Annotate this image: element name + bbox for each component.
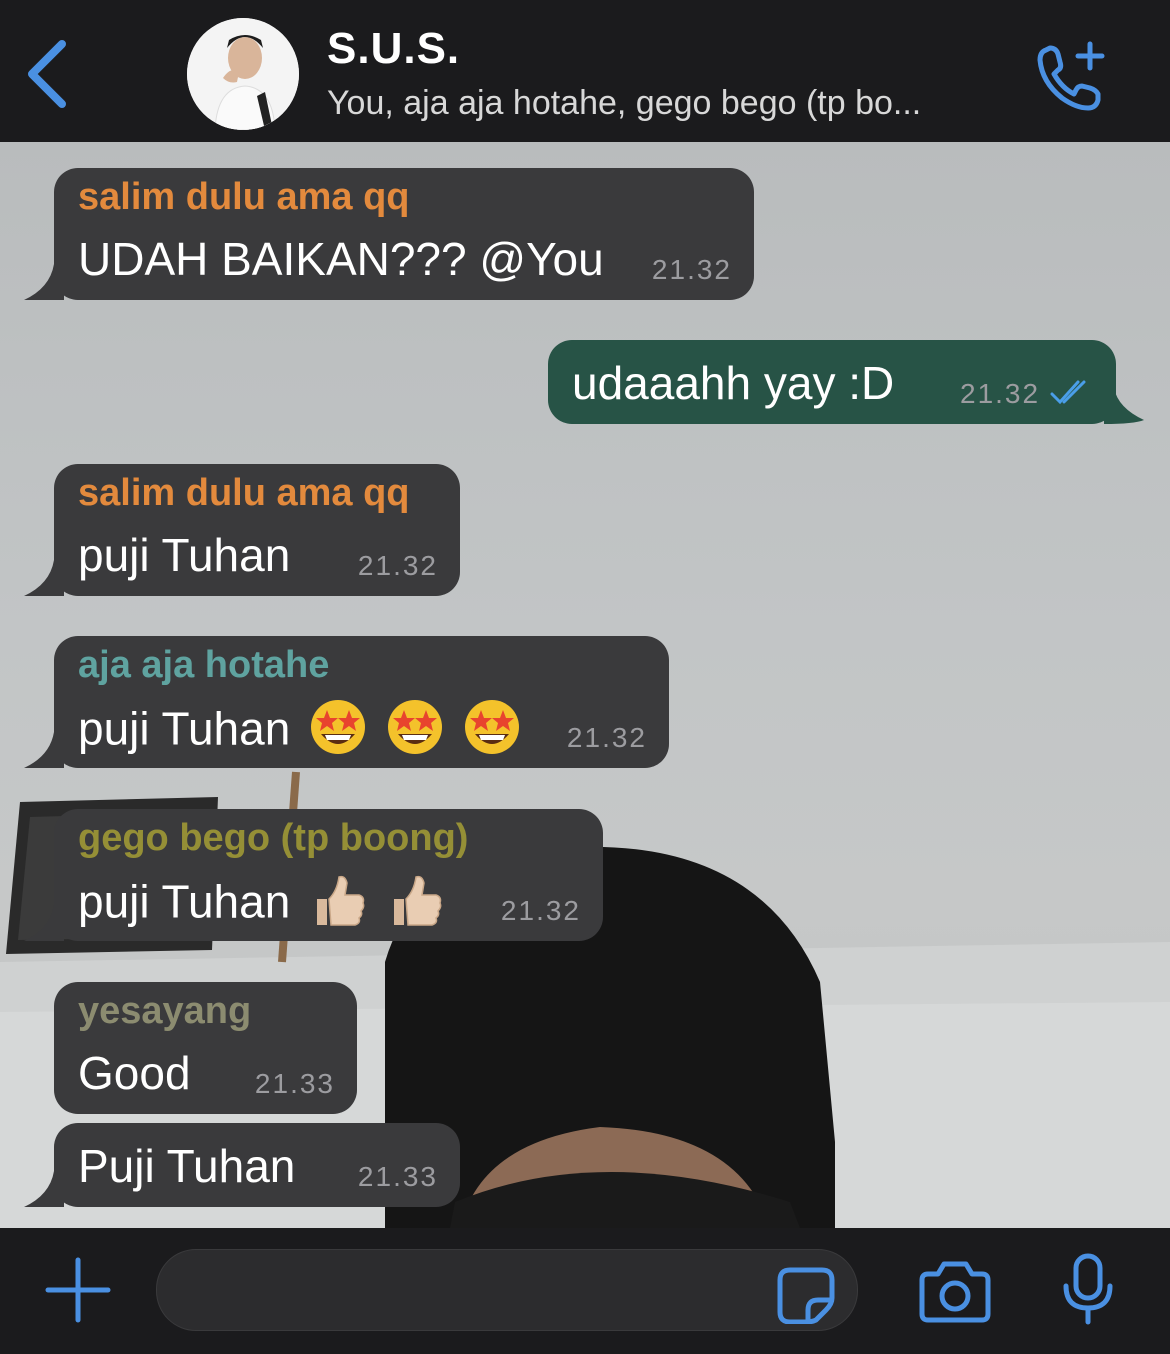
bubble-tail: [1104, 388, 1144, 424]
message-text-row: puji Tuhan: [78, 698, 521, 767]
message-bubble[interactable]: gego bego (tp boong) puji Tuhan 21.32: [24, 809, 603, 941]
back-button[interactable]: [22, 36, 78, 112]
microphone-button[interactable]: [1060, 1252, 1116, 1328]
message-text: udaaahh yay :D: [572, 357, 895, 409]
message-bubble[interactable]: aja aja hotahe puji Tuhan 21.32: [24, 636, 669, 768]
sticker-icon: [777, 1267, 835, 1325]
read-receipt-icon: [1050, 380, 1086, 405]
message-bubble-outgoing[interactable]: udaaahh yay :D 21.32: [548, 340, 1144, 424]
message-time: 21.32: [566, 722, 647, 753]
group-avatar[interactable]: [187, 18, 299, 130]
bubble-tail: [24, 264, 64, 300]
camera-icon: [919, 1261, 991, 1323]
star-struck-icon: [386, 698, 444, 767]
chat-title[interactable]: S.U.S.: [327, 24, 460, 74]
message-time: 21.32: [651, 254, 732, 285]
message-text: puji Tuhan: [78, 529, 291, 581]
message-text: UDAH BAIKAN??? @You: [78, 233, 604, 285]
attach-button[interactable]: [44, 1256, 112, 1324]
sticker-button[interactable]: [776, 1266, 836, 1325]
message-bubble[interactable]: salim dulu ama qq puji Tuhan 21.32: [24, 464, 460, 596]
chat-messages-area[interactable]: salim dulu ama qq UDAH BAIKAN??? @You 21…: [0, 142, 1170, 1228]
message-bubble[interactable]: salim dulu ama qq UDAH BAIKAN??? @You 21…: [24, 168, 754, 300]
message-sender[interactable]: aja aja hotahe: [78, 644, 329, 687]
message-text: puji Tuhan: [78, 875, 291, 928]
message-sender[interactable]: salim dulu ama qq: [78, 176, 410, 219]
composer-bar: [0, 1228, 1170, 1354]
message-sender[interactable]: yesayang: [78, 990, 251, 1033]
message-time: 21.32: [357, 550, 438, 581]
camera-button[interactable]: [918, 1258, 992, 1324]
thumbs-up-icon: [309, 871, 367, 940]
message-sender[interactable]: gego bego (tp boong): [78, 817, 468, 860]
thumbs-up-icon: [386, 871, 444, 940]
message-sender[interactable]: salim dulu ama qq: [78, 472, 410, 515]
microphone-icon: [1063, 1253, 1113, 1325]
plus-icon: [45, 1257, 111, 1323]
add-call-button[interactable]: [1032, 38, 1112, 112]
bubble-tail: [24, 1171, 64, 1207]
message-text: Puji Tuhan: [78, 1140, 296, 1192]
message-time: 21.32: [500, 895, 581, 926]
star-struck-icon: [463, 698, 521, 767]
message-bubble[interactable]: yesayang Good 21.33: [54, 982, 357, 1114]
phone-plus-icon: [1037, 41, 1105, 111]
message-text-row: puji Tuhan: [78, 871, 444, 940]
chat-participants[interactable]: You, aja aja hotahe, gego bego (tp bo...: [327, 84, 1017, 123]
chevron-left-icon: [28, 40, 66, 108]
message-time: 21.33: [254, 1068, 335, 1099]
bubble-tail: [24, 905, 64, 941]
message-time: 21.33: [357, 1161, 438, 1192]
bubble-tail: [24, 560, 64, 596]
bubble-tail: [24, 732, 64, 768]
star-struck-icon: [309, 698, 367, 767]
message-input[interactable]: [156, 1249, 858, 1331]
message-time: 21.32: [960, 378, 1041, 409]
chat-header: S.U.S. You, aja aja hotahe, gego bego (t…: [0, 0, 1170, 142]
message-bubble[interactable]: Puji Tuhan 21.33: [24, 1123, 460, 1207]
message-text: Good: [78, 1047, 191, 1099]
message-text: puji Tuhan: [78, 702, 291, 755]
